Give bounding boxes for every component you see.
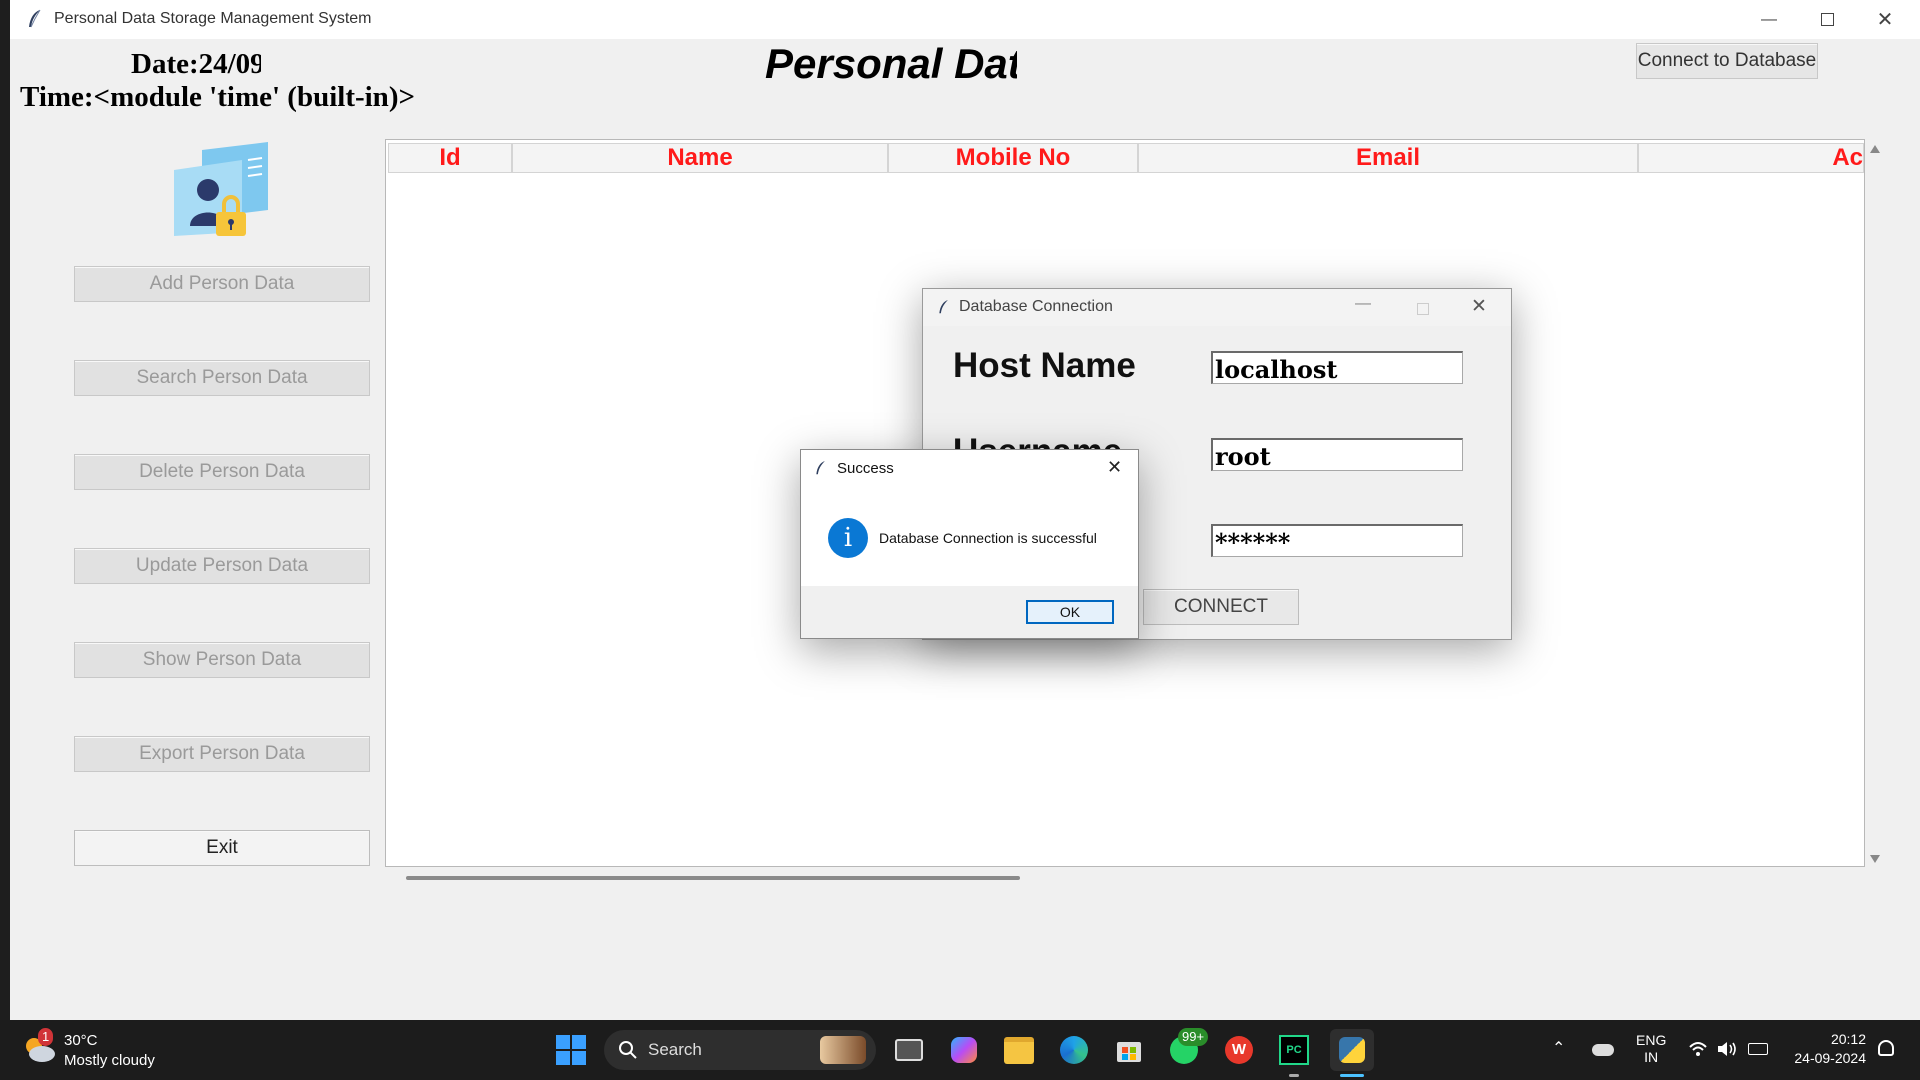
time-label: Time:<module 'time' (built-in)>: [20, 81, 415, 113]
column-header-email[interactable]: Email: [1138, 143, 1638, 173]
column-header-mobile[interactable]: Mobile No: [888, 143, 1138, 173]
connect-to-database-button[interactable]: Connect to Database: [1636, 43, 1818, 79]
python-active-indicator: [1340, 1074, 1364, 1077]
dialog-title-bar: Database Connection — ✕: [923, 289, 1511, 326]
maximize-icon: [1820, 13, 1834, 26]
logo-icon: [174, 142, 268, 236]
weather-badge: 1: [38, 1028, 54, 1046]
desktop-edge: [0, 0, 10, 1020]
feather-icon: [816, 461, 825, 475]
column-header-address[interactable]: Ac: [1638, 143, 1864, 173]
onedrive-icon[interactable]: [1592, 1044, 1614, 1056]
message-text: Database Connection is successful: [879, 530, 1097, 546]
pycharm-running-indicator: [1289, 1074, 1299, 1077]
search-label: Search: [648, 1040, 702, 1059]
export-person-data-button[interactable]: Export Person Data: [74, 736, 370, 772]
show-hidden-icons-chevron-icon[interactable]: ⌃: [1552, 1038, 1565, 1058]
add-person-data-button[interactable]: Add Person Data: [74, 266, 370, 302]
clock-date: 24-09-2024: [1794, 1050, 1866, 1066]
message-box-title-bar: Success ✕: [801, 450, 1138, 488]
column-header-name[interactable]: Name: [512, 143, 888, 173]
minimize-button[interactable]: —: [1740, 0, 1798, 39]
windows-icon: [556, 1035, 586, 1065]
battery-icon[interactable]: [1748, 1043, 1768, 1055]
language-indicator[interactable]: ENG IN: [1636, 1032, 1666, 1066]
dialog-maximize-button[interactable]: [1417, 303, 1429, 315]
dialog-close-button[interactable]: ✕: [1471, 295, 1487, 318]
scroll-down-arrow-icon[interactable]: [1870, 855, 1880, 863]
notification-bell-icon[interactable]: [1878, 1040, 1894, 1056]
username-input[interactable]: root: [1211, 438, 1463, 471]
whatsapp-badge: 99+: [1178, 1028, 1209, 1046]
search-highlight-icon: [820, 1036, 866, 1064]
password-input[interactable]: ******: [1211, 524, 1463, 557]
dialog-title: Database Connection: [959, 298, 1113, 315]
host-name-label: Host Name: [953, 346, 1136, 385]
edge-browser-icon[interactable]: [1055, 1031, 1093, 1069]
python-app-icon[interactable]: [1330, 1029, 1374, 1071]
success-message-box: Success ✕ i Database Connection is succe…: [800, 449, 1139, 639]
host-name-input[interactable]: localhost: [1211, 351, 1463, 384]
exit-button[interactable]: Exit: [74, 830, 370, 866]
taskbar-search-box[interactable]: Search: [604, 1030, 876, 1070]
dialog-minimize-button[interactable]: —: [1355, 295, 1371, 313]
store-icon: [1117, 1042, 1141, 1062]
copilot-icon[interactable]: [945, 1031, 983, 1069]
show-person-data-button[interactable]: Show Person Data: [74, 642, 370, 678]
column-header-id[interactable]: Id: [388, 143, 512, 173]
page-title: Personal Data Storage Management System: [765, 40, 1017, 87]
vertical-scrollbar[interactable]: [1866, 139, 1884, 865]
pycharm-icon[interactable]: PC: [1275, 1031, 1313, 1069]
clock-time: 20:12: [1830, 1031, 1866, 1047]
feather-icon: [29, 9, 41, 28]
microsoft-store-icon[interactable]: [1110, 1031, 1148, 1069]
weather-desc: Mostly cloudy: [64, 1052, 155, 1069]
title-bar: Personal Data Storage Management System …: [10, 0, 1920, 39]
region-code: IN: [1644, 1049, 1659, 1065]
connect-button[interactable]: CONNECT: [1143, 589, 1299, 625]
wps-office-icon[interactable]: W: [1220, 1031, 1258, 1069]
message-box-close-button[interactable]: ✕: [1107, 457, 1122, 478]
taskbar: 1 30°C Mostly cloudy Search 99+ W PC ⌃ E…: [0, 1020, 1920, 1080]
ok-button[interactable]: OK: [1026, 600, 1114, 624]
weather-temp: 30°C: [64, 1032, 98, 1049]
update-person-data-button[interactable]: Update Person Data: [74, 548, 370, 584]
clock[interactable]: 20:12 24-09-2024: [1786, 1030, 1866, 1068]
language-code: ENG: [1636, 1032, 1667, 1048]
message-box-title: Success: [837, 460, 894, 477]
search-icon: [619, 1041, 637, 1059]
window-title: Personal Data Storage Management System: [54, 10, 372, 27]
date-label: Date:24/09/2024: [131, 48, 261, 80]
search-person-data-button[interactable]: Search Person Data: [74, 360, 370, 396]
file-explorer-icon[interactable]: [1000, 1031, 1038, 1069]
close-button[interactable]: ✕: [1856, 0, 1914, 39]
horizontal-scrollbar[interactable]: [406, 876, 1020, 880]
delete-person-data-button[interactable]: Delete Person Data: [74, 454, 370, 490]
weather-widget[interactable]: 1 30°C Mostly cloudy: [20, 1028, 170, 1072]
task-view-icon[interactable]: [890, 1031, 928, 1069]
wifi-icon[interactable]: [1688, 1040, 1708, 1058]
info-icon: i: [828, 518, 868, 558]
feather-icon: [939, 300, 948, 314]
start-button[interactable]: [552, 1031, 590, 1069]
scroll-up-arrow-icon[interactable]: [1870, 145, 1880, 153]
volume-icon[interactable]: [1716, 1040, 1738, 1058]
maximize-button[interactable]: [1798, 0, 1856, 39]
